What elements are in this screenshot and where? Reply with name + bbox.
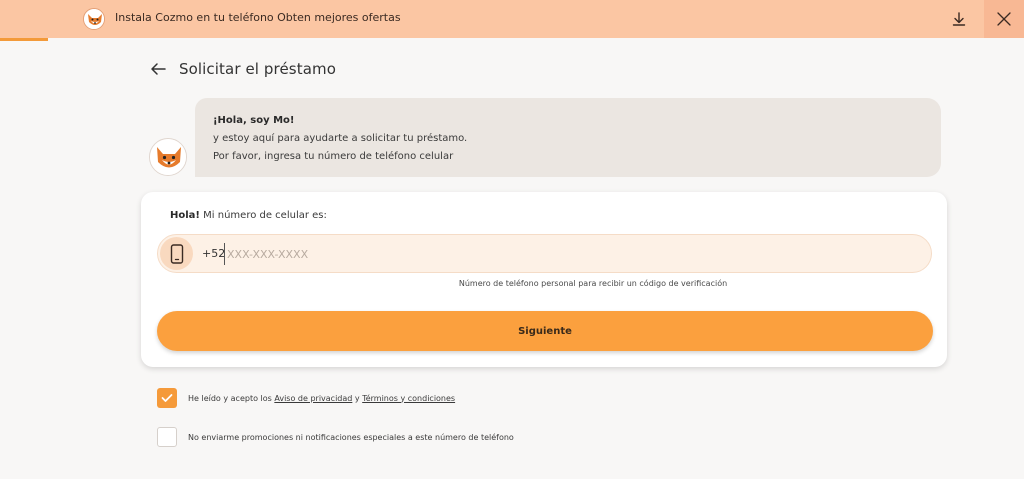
phone-label-text: Mi número de celular es:: [199, 210, 327, 221]
banner-text: Instala Cozmo en tu teléfono Obten mejor…: [115, 11, 401, 24]
phone-field[interactable]: +52: [157, 234, 932, 273]
consent-checkbox[interactable]: [157, 388, 177, 408]
page-title: Solicitar el préstamo: [179, 60, 336, 78]
consent-prefix: He leído y acepto los: [188, 393, 275, 403]
phone-form-card: Hola! Mi número de celular es: +52 Númer…: [141, 192, 947, 367]
promo-text: No enviarme promociones ni notificacione…: [188, 432, 514, 442]
consent-row: He leído y acepto los Aviso de privacida…: [157, 388, 455, 408]
chat-bubble: ¡Hola, soy Mo! y estoy aquí para ayudart…: [195, 98, 941, 177]
phone-label-bold: Hola!: [170, 210, 200, 221]
phone-helper-text: Número de teléfono personal para recibir…: [458, 279, 728, 288]
privacy-link[interactable]: Aviso de privacidad: [274, 394, 352, 403]
terms-link[interactable]: Términos y condiciones: [362, 394, 455, 403]
promo-checkbox[interactable]: [157, 427, 177, 447]
arrow-left-icon[interactable]: [150, 60, 168, 78]
install-banner: Instala Cozmo en tu teléfono Obten mejor…: [0, 0, 1024, 38]
checkmark-icon: [161, 394, 173, 402]
download-icon[interactable]: [948, 8, 970, 30]
consent-text: He leído y acepto los Aviso de privacida…: [188, 394, 455, 403]
mobile-phone-icon: [160, 237, 193, 270]
close-icon[interactable]: [984, 0, 1024, 38]
phone-label: Hola! Mi número de celular es:: [170, 210, 327, 221]
consent-joiner: y: [352, 393, 363, 403]
next-button[interactable]: Siguiente: [157, 311, 933, 351]
promo-row: No enviarme promociones ni notificacione…: [157, 427, 514, 447]
country-code: +52: [202, 247, 226, 260]
mo-avatar: [149, 138, 187, 176]
page-header: Solicitar el préstamo: [150, 60, 336, 78]
fox-avatar-icon: [83, 8, 105, 30]
chat-line-1: y estoy aquí para ayudarte a solicitar t…: [213, 133, 468, 144]
chat-line-2: Por favor, ingresa tu número de teléfono…: [213, 151, 454, 162]
progress-bar: [0, 38, 48, 41]
chat-greeting: ¡Hola, soy Mo!: [213, 115, 295, 126]
phone-input[interactable]: [224, 243, 724, 265]
